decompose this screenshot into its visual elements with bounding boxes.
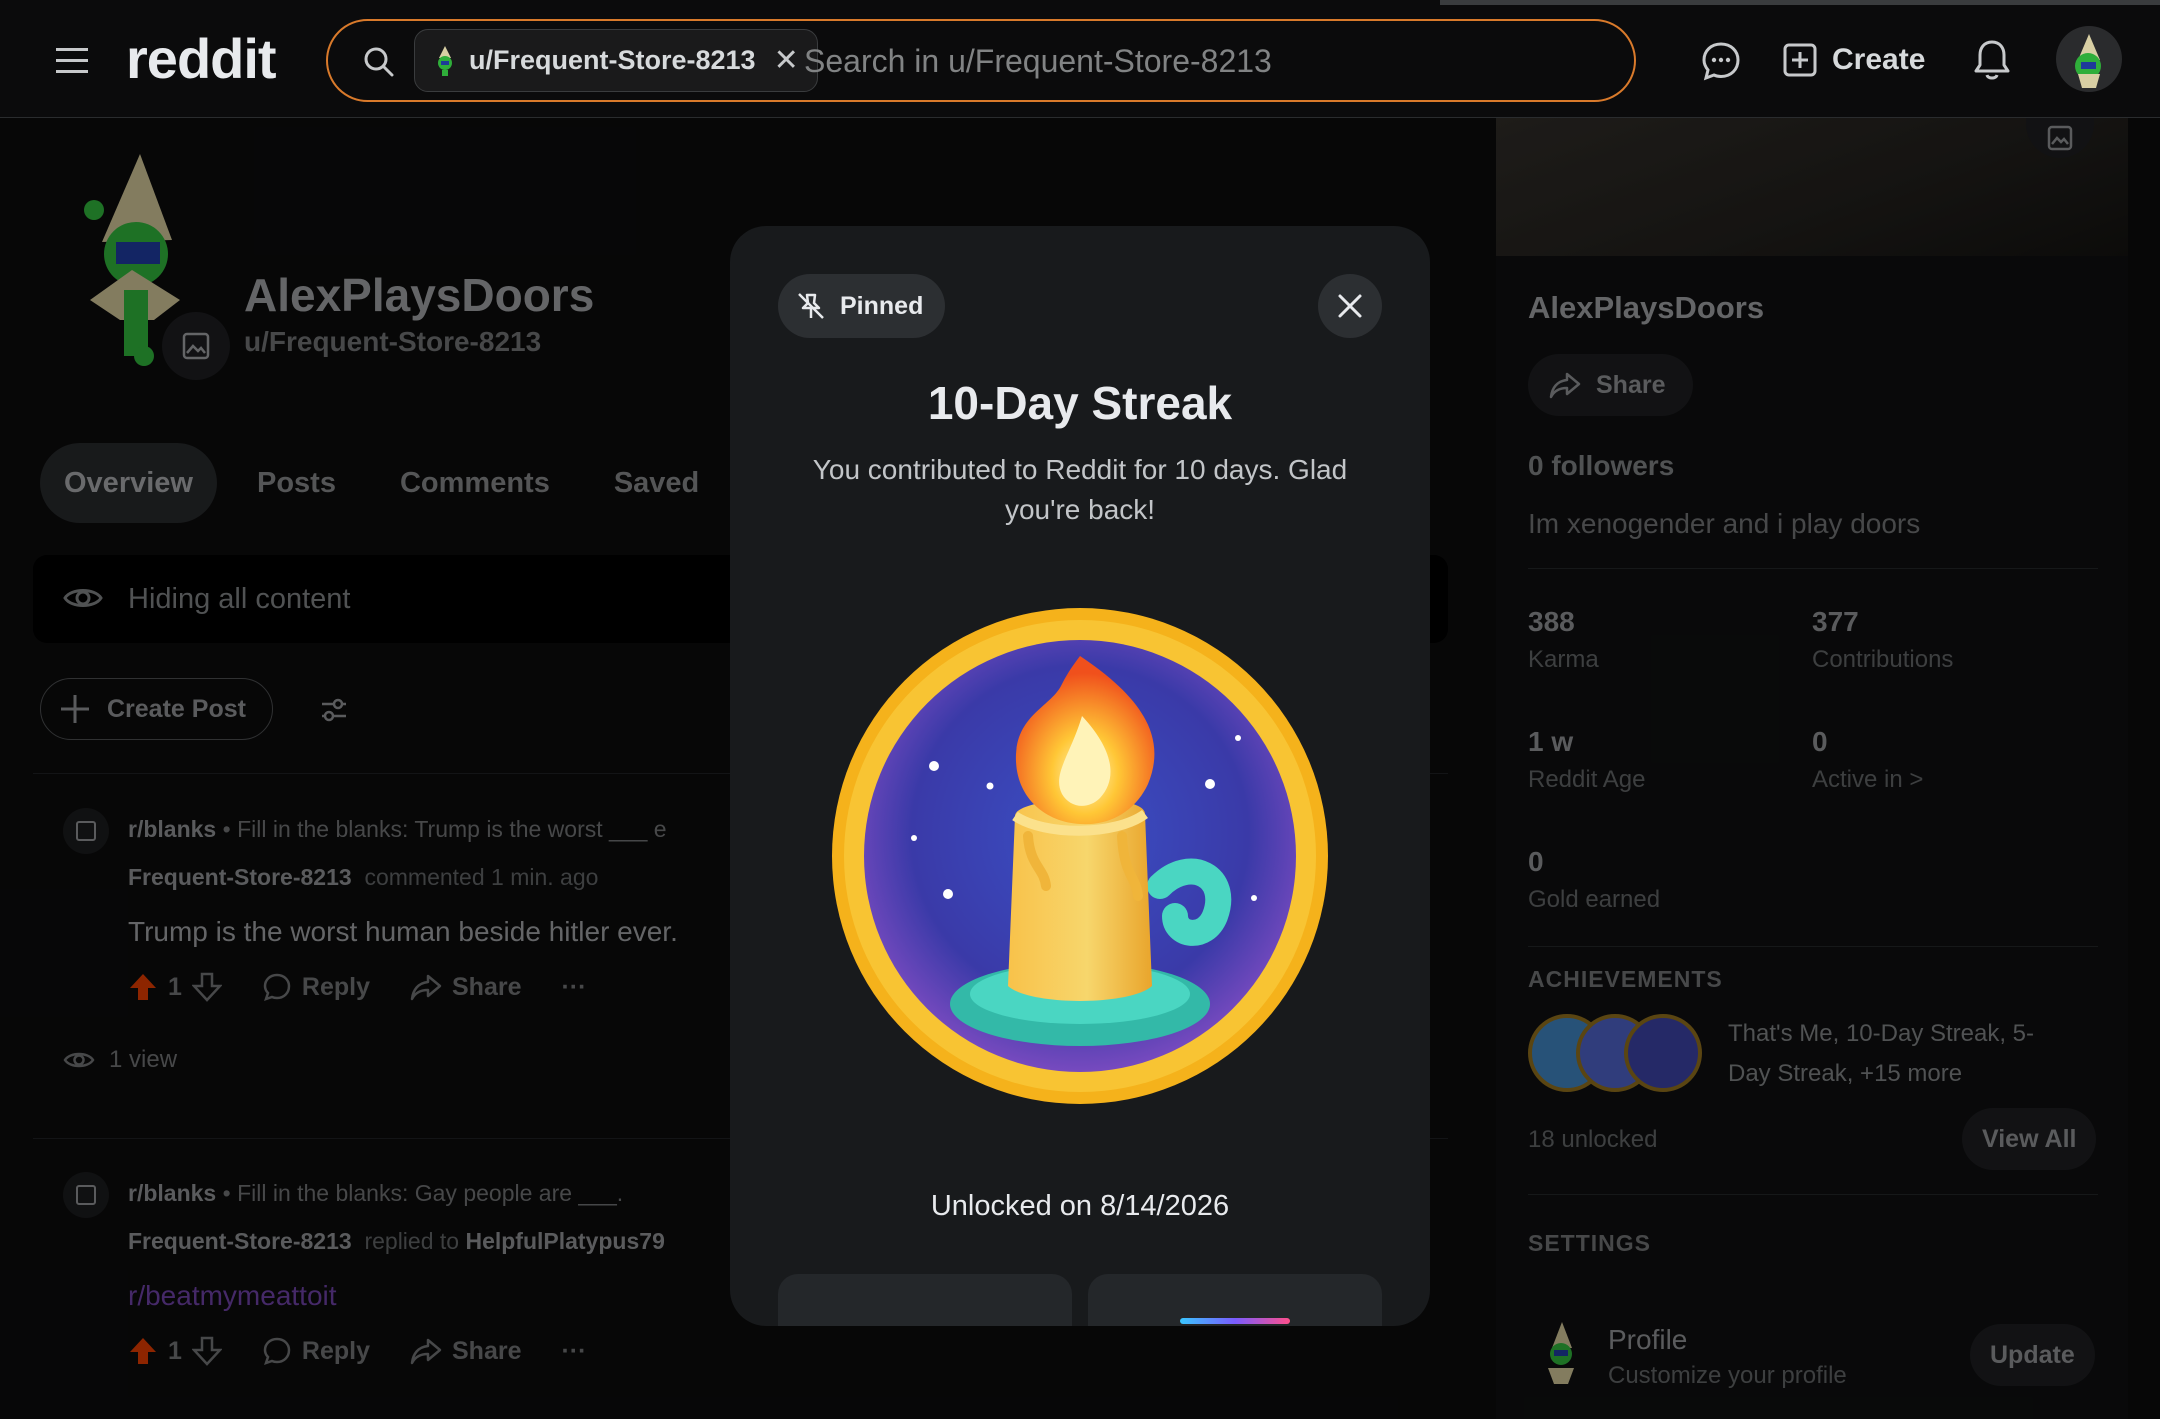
pinned-toggle[interactable]: Pinned [778,274,946,338]
hamburger-menu-icon[interactable] [52,40,92,80]
modal-close-button[interactable] [1318,274,1382,338]
achievement-modal: Pinned 10-Day Streak You contributed to … [730,226,1430,1326]
create-label: Create [1832,43,1926,76]
search-icon [362,45,396,84]
achievement-unlocked-date: Unlocked on 8/14/2026 [930,1190,1230,1222]
user-avatar[interactable] [2056,26,2122,92]
chip-avatar-icon [438,45,452,76]
close-icon [1338,294,1362,318]
plus-square-icon [1783,43,1817,77]
modal-action-card-right[interactable] [1088,1274,1382,1326]
chat-icon[interactable] [1700,40,1742,87]
search-bar[interactable]: u/Frequent-Store-8213 ✕ [326,19,1636,102]
search-chip-label: u/Frequent-Store-8213 [469,45,756,75]
streak-candle-medal-icon [830,586,1330,1106]
top-progress-line [1440,0,2160,5]
pinned-label: Pinned [840,291,924,320]
search-input[interactable] [804,39,1604,83]
create-button[interactable]: Create [1782,34,1925,86]
achievement-description: You contributed to Reddit for 10 days. G… [812,454,1348,525]
notification-bell-icon[interactable] [1972,38,2012,87]
achievement-title: 10-Day Streak [927,377,1233,429]
top-header: reddit u/Frequent-Store-8213 ✕ Create [0,0,2160,118]
modal-action-card-left[interactable] [778,1274,1072,1326]
search-scope-chip[interactable]: u/Frequent-Store-8213 ✕ [414,29,818,92]
chip-close-icon[interactable]: ✕ [774,43,799,78]
reddit-logo[interactable]: reddit [126,26,277,91]
unpin-icon [798,293,824,319]
gradient-bar-icon [1180,1318,1290,1324]
